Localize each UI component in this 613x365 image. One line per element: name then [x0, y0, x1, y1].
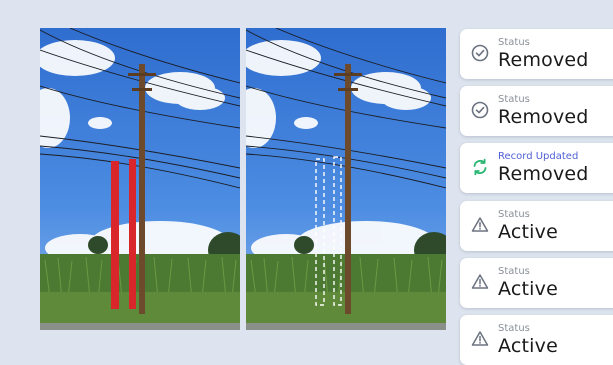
photo-after [246, 28, 446, 330]
utility-pole-photo [40, 28, 240, 330]
status-value: Active [498, 221, 558, 243]
status-card[interactable]: Status Removed [460, 86, 613, 136]
warning-triangle-icon [471, 331, 489, 346]
status-value: Removed [498, 163, 589, 185]
status-card[interactable]: Status Active [460, 315, 613, 365]
check-circle-icon [471, 44, 489, 62]
status-value: Removed [498, 49, 589, 71]
photo-before [40, 28, 240, 330]
check-circle-icon [471, 101, 489, 119]
sync-arrows-icon [473, 158, 487, 176]
highlighted-pole[interactable] [129, 159, 136, 309]
status-card[interactable]: Status Active [460, 201, 613, 251]
highlighted-pole[interactable] [111, 161, 119, 309]
status-card[interactable]: Status Removed [460, 29, 613, 79]
warning-triangle-icon [471, 217, 489, 232]
status-card[interactable]: Status Active [460, 258, 613, 308]
status-value: Removed [498, 106, 589, 128]
status-value: Active [498, 335, 558, 357]
record-updated-card[interactable]: Record Updated Removed [460, 143, 613, 193]
warning-triangle-icon [471, 274, 489, 289]
utility-pole-photo [246, 28, 446, 330]
status-value: Active [498, 278, 558, 300]
